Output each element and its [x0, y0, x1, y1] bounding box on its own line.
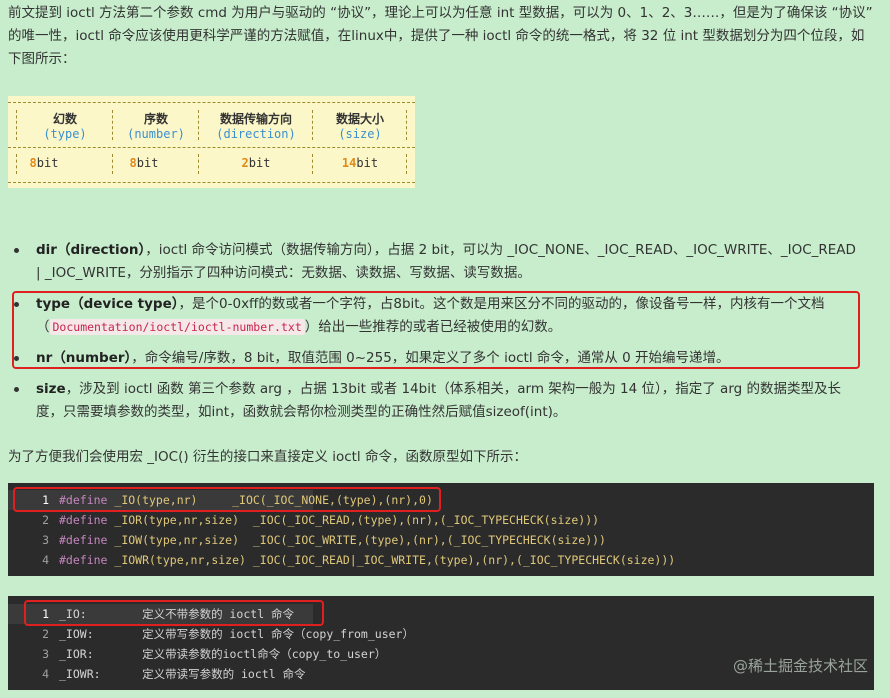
- table-border-top: [8, 102, 415, 103]
- table-header-type: 幻数 (type): [43, 112, 87, 141]
- table-bits-number: 8bit: [129, 156, 159, 170]
- watermark: @稀土掘金技术社区: [732, 657, 868, 675]
- code-line: 4 _IOWR: 定义带读写参数的 ioctl 命令: [42, 667, 306, 681]
- table-header-number: 序数 (number): [127, 112, 185, 141]
- code-line: 3 _IOR: 定义带读参数的ioctl命令（copy_to_user）: [42, 647, 387, 661]
- table-bits-type: 8bit: [29, 156, 59, 170]
- table-border-bottom: [8, 182, 415, 183]
- code-line: 2 #define _IOR(type,nr,size) _IOC(_IOC_RE…: [42, 513, 600, 527]
- code-line: 3 #define _IOW(type,nr,size) _IOC(_IOC_WR…: [42, 533, 606, 547]
- code-line: 4 #define _IOWR(type,nr,size) _IOC(_IOC_R…: [42, 553, 676, 567]
- table-bits-direction: 2bit: [241, 156, 271, 170]
- table-divider: [8, 147, 415, 148]
- transition-paragraph: 为了方便我们会使用宏 _IOC() 衍生的接口来直接定义 ioctl 命令，函数…: [8, 449, 527, 465]
- table-bits-size: 14bit: [341, 156, 379, 170]
- bullet-dir: dir（direction），ioctl 命令访问模式（数据传输方向），占据 2…: [14, 239, 864, 285]
- code-line: 2 _IOW: 定义带写参数的 ioctl 命令（copy_from_user）: [42, 627, 414, 641]
- bullet-size: size，涉及到 ioctl 函数 第三个参数 arg ，占据 13bit 或者…: [14, 378, 864, 424]
- table-header-direction: 数据传输方向 (direction): [216, 112, 296, 141]
- highlight-box-io-desc: [24, 600, 324, 626]
- highlight-box-io-define: [13, 487, 441, 512]
- ioctl-format-table: 幻数 (type) 序数 (number) 数据传输方向 (direction)…: [8, 96, 415, 188]
- highlight-box-type-nr: [12, 291, 860, 369]
- table-header-size: 数据大小 (size): [335, 112, 384, 141]
- intro-paragraph: 前文提到 ioctl 方法第二个参数 cmd 为用户与驱动的 “协议”，理论上可…: [8, 5, 873, 67]
